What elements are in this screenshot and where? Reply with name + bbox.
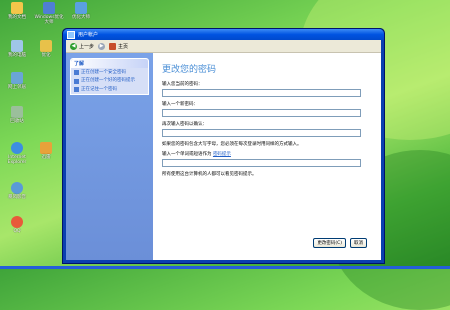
toolbar: ◀ 上一步 ▶ 主页 bbox=[66, 40, 381, 53]
change-password-button[interactable]: 更改密码(C) bbox=[313, 238, 346, 248]
task-link-password-hint[interactable]: 正在创建一个好的密码提示 bbox=[71, 77, 148, 86]
task-link-remember-password[interactable]: 正在记住一个密码 bbox=[71, 85, 148, 94]
app-icon bbox=[11, 182, 23, 194]
hint-visibility-note: 所有使用这台计算机的人都可以看见密码提示。 bbox=[162, 172, 257, 177]
confirm-password-label: 再次输入密码以确认： bbox=[162, 122, 207, 127]
desktop-icon-qq[interactable]: QQ bbox=[2, 216, 32, 234]
help-topic-icon bbox=[74, 70, 79, 75]
user-accounts-icon bbox=[67, 30, 75, 39]
user-accounts-window: 用户帐户 ◀ 上一步 ▶ 主页 了解 正在创建一个安全密码 正在创建一个好的密码… bbox=[62, 28, 385, 264]
forward-arrow-icon: ▶ bbox=[98, 42, 106, 50]
desktop-icon-label: 优化大师 bbox=[72, 15, 90, 20]
task-link-secure-password[interactable]: 正在创建一个安全密码 bbox=[71, 68, 148, 77]
desktop-icon-label: Windows优化大师 bbox=[34, 15, 64, 25]
cancel-button[interactable]: 取消 bbox=[350, 238, 367, 248]
home-button[interactable]: 主页 bbox=[109, 42, 129, 50]
window-titlebar[interactable]: 用户帐户 bbox=[63, 29, 384, 40]
desktop-icon-label: 我的文档 bbox=[8, 15, 26, 20]
password-hint-field[interactable] bbox=[162, 159, 361, 167]
page-title: 更改您的密码 bbox=[162, 65, 217, 75]
forward-button[interactable]: ▶ bbox=[98, 42, 106, 50]
window-content: 了解 正在创建一个安全密码 正在创建一个好的密码提示 正在记住一个密码 更改您的… bbox=[66, 53, 381, 260]
current-password-label: 输入您当前的密码： bbox=[162, 82, 203, 87]
desktop-icon-label: 网上邻居 bbox=[8, 85, 26, 90]
password-hint-link[interactable]: 密码提示 bbox=[213, 152, 231, 157]
computer-icon bbox=[11, 40, 23, 52]
back-arrow-icon: ◀ bbox=[70, 42, 77, 50]
home-label: 主页 bbox=[118, 43, 129, 50]
new-password-field[interactable] bbox=[162, 109, 361, 117]
desktop-icon-label: 暴风影音 bbox=[8, 195, 26, 200]
desktop-icon-my-computer[interactable]: 我的电脑 bbox=[2, 40, 32, 58]
desktop-icon-label: 回收站 bbox=[10, 119, 24, 124]
desktop-icon-storm[interactable]: 暴风影音 bbox=[2, 182, 32, 200]
current-password-field[interactable] bbox=[162, 89, 361, 97]
desktop-icon-optimize[interactable]: 优化 bbox=[31, 40, 61, 58]
app-icon bbox=[40, 142, 52, 154]
internet-explorer-icon bbox=[11, 142, 23, 154]
desktop-icon-label: 优化 bbox=[41, 53, 51, 58]
back-button[interactable]: ◀ 上一步 bbox=[70, 42, 95, 50]
folder-icon bbox=[11, 2, 23, 14]
desktop-icon-recycle-bin[interactable]: 回收站 bbox=[2, 106, 32, 124]
desktop-icon-label: QQ bbox=[13, 229, 21, 234]
app-icon bbox=[75, 2, 87, 14]
window-title: 用户帐户 bbox=[78, 32, 99, 38]
home-icon bbox=[109, 42, 117, 50]
desktop-icon-network[interactable]: 网上邻居 bbox=[2, 72, 32, 90]
desktop-icon-xunlei[interactable]: 迅雷 bbox=[31, 142, 61, 160]
help-topic-icon bbox=[74, 78, 79, 84]
desktop-icon-ie[interactable]: Internet Explorer bbox=[2, 142, 32, 165]
desktop-icon-my-documents[interactable]: 我的文档 bbox=[2, 2, 32, 20]
task-pane: 了解 正在创建一个安全密码 正在创建一个好的密码提示 正在记住一个密码 bbox=[66, 53, 153, 260]
confirm-password-field[interactable] bbox=[162, 129, 361, 137]
help-topic-icon bbox=[74, 87, 79, 92]
main-panel: 更改您的密码 输入您当前的密码： 输入一个新密码： 再次输入密码以确认： 如果您… bbox=[162, 57, 371, 177]
new-password-label: 输入一个新密码： bbox=[162, 102, 198, 107]
qq-icon bbox=[11, 216, 23, 228]
app-icon bbox=[43, 2, 55, 14]
dialog-buttons: 更改密码(C) 取消 bbox=[313, 238, 367, 248]
password-hint-label: 输入一个单词或短语作为 密码提示 bbox=[162, 152, 231, 157]
back-label: 上一步 bbox=[79, 43, 95, 50]
desktop-icon-optimizer[interactable]: Windows优化大师 bbox=[34, 2, 64, 25]
desktop-icon-label: Internet Explorer bbox=[7, 155, 27, 165]
recycle-bin-icon bbox=[11, 106, 23, 118]
learn-about-box: 了解 正在创建一个安全密码 正在创建一个好的密码提示 正在记住一个密码 bbox=[70, 58, 149, 95]
desktop-icon-optimizer-2[interactable]: 优化大师 bbox=[66, 2, 96, 20]
desktop-icon-label: 我的电脑 bbox=[8, 53, 26, 58]
app-icon bbox=[40, 40, 52, 52]
task-pane-header: 了解 bbox=[71, 59, 148, 68]
desktop-icon-label: 迅雷 bbox=[41, 155, 51, 160]
case-sensitivity-note: 如果您的密码包含大写字母，您必须在每次登录时用同样的方式输入。 bbox=[162, 142, 302, 147]
network-icon bbox=[11, 72, 23, 84]
